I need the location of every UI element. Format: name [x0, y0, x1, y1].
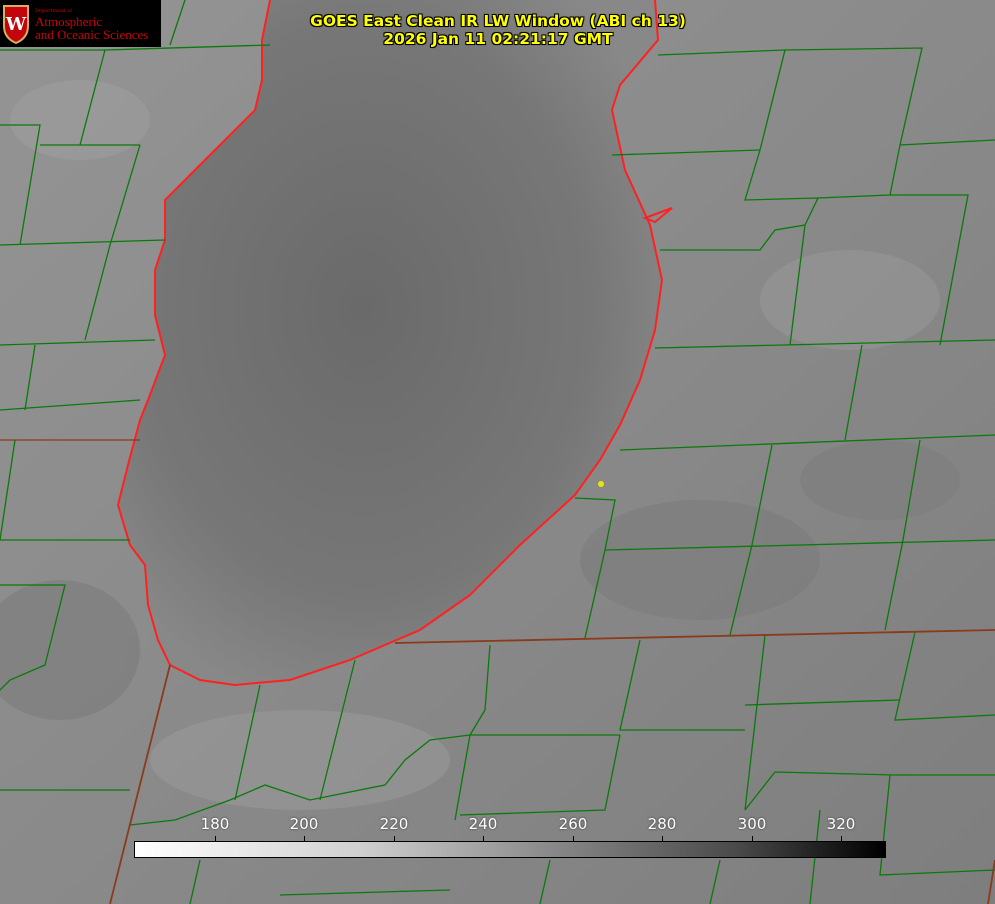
colorbar-label: 180	[200, 815, 230, 833]
colorbar-label: 220	[379, 815, 409, 833]
colorbar-label: 300	[737, 815, 767, 833]
logo-line2: and Oceanic Sciences	[35, 27, 149, 42]
colorbar-label: 280	[647, 815, 677, 833]
location-marker	[598, 481, 604, 487]
uw-aos-logo: W Department of Atmospheric and Oceanic …	[0, 0, 161, 47]
image-timestamp: 2026 Jan 11 02:21:17 GMT	[383, 30, 613, 48]
image-title: GOES East Clean IR LW Window (ABI ch 13)	[310, 12, 686, 30]
crest-letter: W	[5, 14, 27, 35]
colorbar-label: 260	[558, 815, 588, 833]
crest-icon: W	[3, 5, 29, 44]
colorbar-label: 320	[826, 815, 856, 833]
colorbar-label: 200	[289, 815, 319, 833]
temperature-colorbar	[134, 841, 886, 858]
colorbar-label: 240	[468, 815, 498, 833]
satellite-map	[0, 0, 995, 904]
